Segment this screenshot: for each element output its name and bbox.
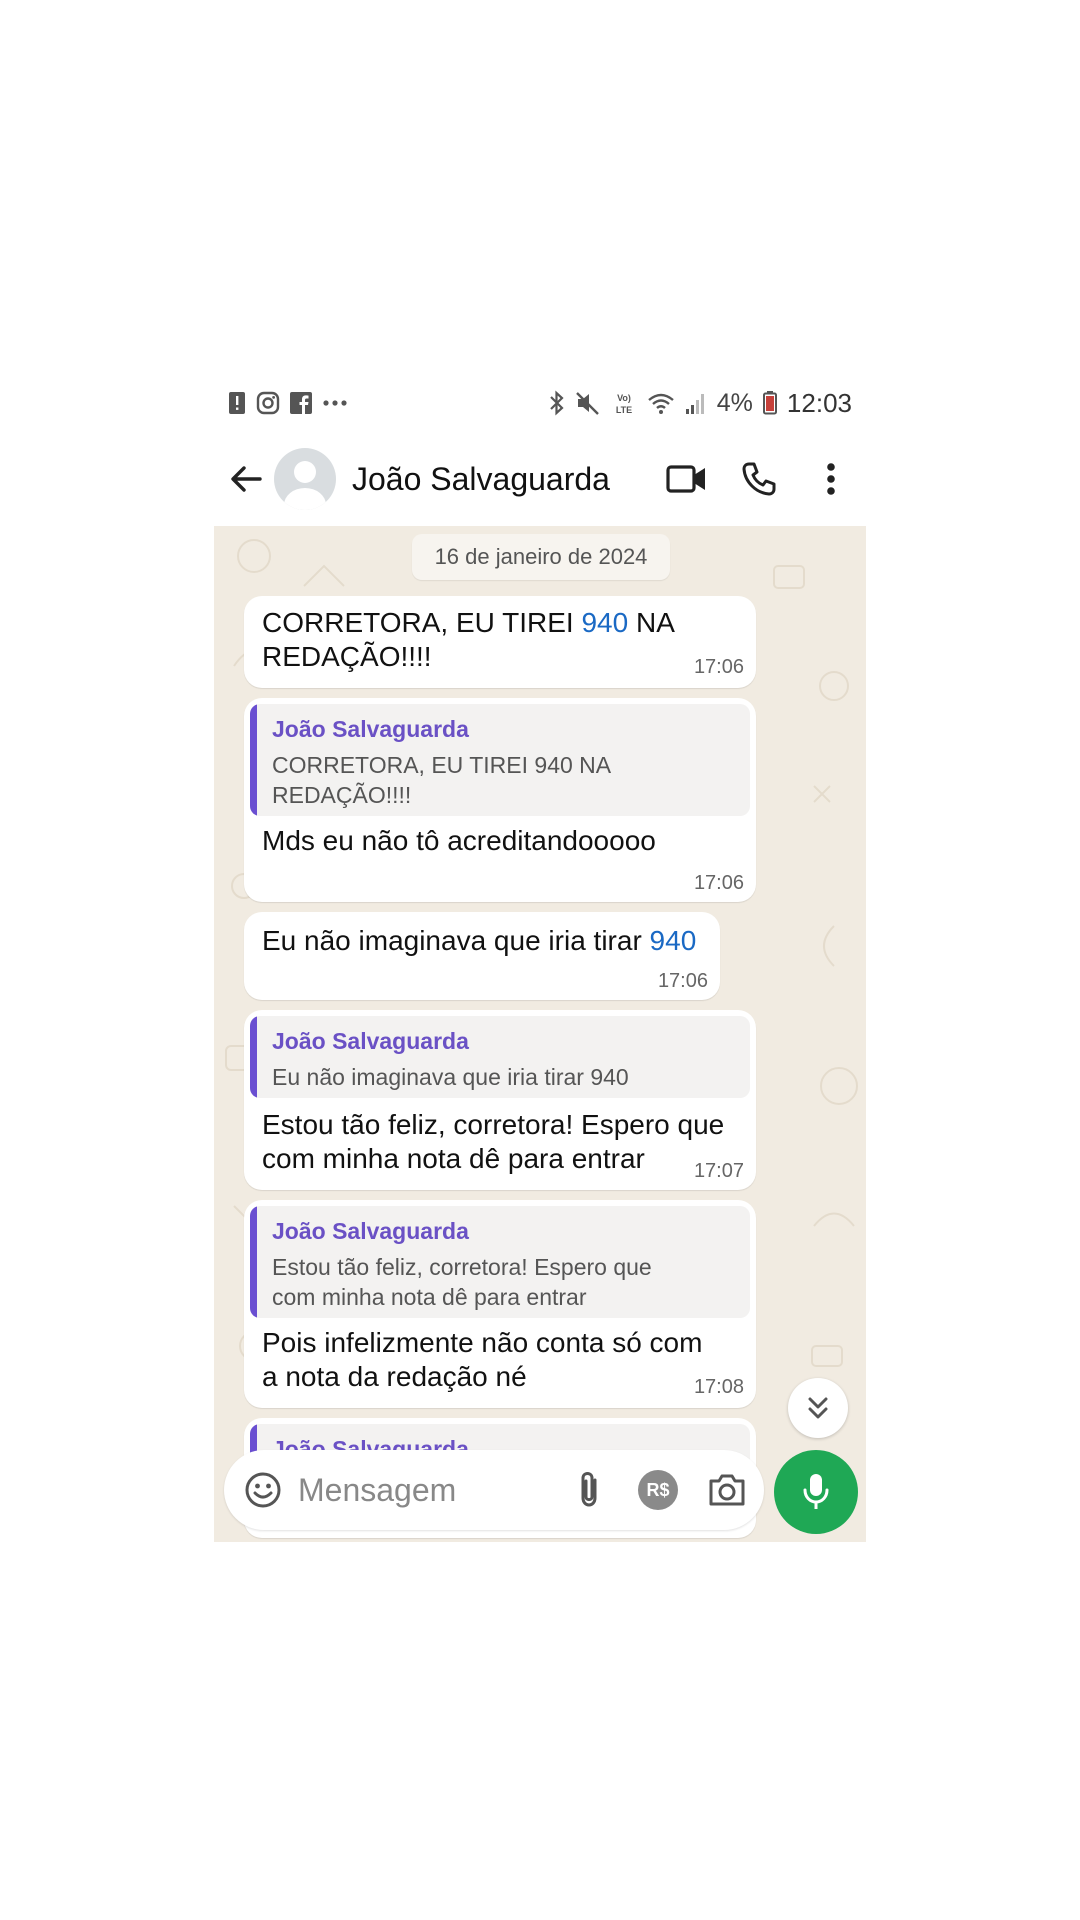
- more-vert-icon: [827, 463, 835, 495]
- wifi-icon: [647, 391, 675, 415]
- video-call-button[interactable]: [662, 454, 712, 504]
- message-text-part: Eu não imaginava que iria tirar: [262, 925, 650, 956]
- phone-screen: Vo) LTE 4% 12:03 João Salvaguarda 16 de …: [214, 374, 866, 1542]
- signal-icon: [685, 391, 707, 415]
- svg-text:LTE: LTE: [616, 405, 632, 415]
- message-text-part: NA: [628, 607, 675, 638]
- svg-text:Vo): Vo): [617, 393, 631, 403]
- emoji-button[interactable]: [240, 1467, 286, 1513]
- quoted-message[interactable]: João Salvaguarda Eu não imaginava que ir…: [250, 1016, 750, 1098]
- alert-icon: [228, 391, 246, 415]
- message-time: 17:06: [657, 970, 708, 992]
- more-notifications-icon: [322, 399, 348, 407]
- camera-button[interactable]: [704, 1467, 750, 1513]
- quoted-text-line: Estou tão feliz, corretora! Espero que: [272, 1254, 652, 1280]
- chat-area[interactable]: 16 de janeiro de 2024 CORRETORA, EU TIRE…: [214, 526, 866, 1542]
- volte-icon: Vo) LTE: [611, 390, 637, 416]
- message-bubble[interactable]: Eu não imaginava que iria tirar 940 17:0…: [244, 912, 720, 1000]
- status-time: 12:03: [786, 387, 852, 418]
- message-text-line: com minha nota dê para entrar: [262, 1143, 645, 1174]
- battery-low-icon: [762, 391, 777, 415]
- message-text: Mds eu não tô acreditandooooo: [262, 825, 656, 856]
- quoted-text-line: com minha nota dê para entrar: [272, 1284, 587, 1310]
- voice-message-button[interactable]: [774, 1450, 858, 1534]
- quoted-author: João Salvaguarda: [272, 716, 469, 742]
- message-time: 17:06: [693, 656, 744, 678]
- chat-header: João Salvaguarda: [214, 432, 866, 526]
- message-bubble[interactable]: João Salvaguarda CORRETORA, EU TIREI 940…: [244, 698, 756, 902]
- quoted-text-line: CORRETORA, EU TIREI 940 NA: [272, 752, 612, 778]
- quoted-author: João Salvaguarda: [272, 1218, 469, 1244]
- date-separator: 16 de janeiro de 2024: [412, 534, 670, 580]
- message-text: Pois infelizmente não conta só com a not…: [262, 1326, 702, 1394]
- phone-call-icon: [742, 462, 776, 496]
- message-time: 17:07: [693, 1160, 744, 1182]
- attach-button[interactable]: [566, 1467, 612, 1513]
- battery-percent: 4%: [716, 388, 753, 417]
- scroll-to-bottom-button[interactable]: [788, 1378, 848, 1438]
- message-text-line: Estou tão feliz, corretora! Espero que: [262, 1109, 725, 1140]
- paperclip-icon: [581, 1471, 597, 1507]
- message-number[interactable]: 940: [581, 607, 628, 638]
- quoted-author: João Salvaguarda: [272, 1028, 469, 1054]
- status-bar-left: [228, 391, 348, 415]
- facebook-icon: [290, 392, 312, 414]
- quote-bar: [250, 704, 257, 816]
- more-options-button[interactable]: [806, 454, 856, 504]
- contact-name[interactable]: João Salvaguarda: [352, 461, 640, 498]
- status-bar: Vo) LTE 4% 12:03: [214, 374, 866, 432]
- mute-icon: [575, 390, 601, 416]
- phone-call-button[interactable]: [734, 454, 784, 504]
- avatar-head-shape: [294, 461, 316, 483]
- quoted-text: CORRETORA, EU TIREI 940 NA REDAÇÃO!!!!: [272, 750, 611, 810]
- message-bubble[interactable]: João Salvaguarda Eu não imaginava que ir…: [244, 1010, 756, 1190]
- message-composer: R$: [224, 1450, 764, 1530]
- back-button[interactable]: [226, 459, 266, 499]
- emoji-icon: [245, 1472, 281, 1508]
- payment-button[interactable]: R$: [638, 1470, 678, 1510]
- message-time: 17:08: [693, 1376, 744, 1398]
- message-bubble[interactable]: CORRETORA, EU TIREI 940 NA REDAÇÃO!!!! 1…: [244, 596, 756, 688]
- bluetooth-icon: [549, 390, 565, 416]
- double-chevron-down-icon: [808, 1397, 828, 1419]
- avatar-body-shape: [284, 488, 326, 510]
- message-text: Estou tão feliz, corretora! Espero que c…: [262, 1108, 724, 1176]
- status-bar-right: Vo) LTE 4% 12:03: [549, 388, 852, 419]
- quoted-message[interactable]: João Salvaguarda CORRETORA, EU TIREI 940…: [250, 704, 750, 816]
- quoted-text: Eu não imaginava que iria tirar 940: [272, 1064, 629, 1090]
- quoted-text-line: REDAÇÃO!!!!: [272, 782, 412, 808]
- message-text: Eu não imaginava que iria tirar 940: [262, 924, 696, 958]
- quote-bar: [250, 1016, 257, 1098]
- message-bubble[interactable]: João Salvaguarda Estou tão feliz, corret…: [244, 1200, 756, 1408]
- camera-icon: [709, 1474, 745, 1506]
- quoted-text: Estou tão feliz, corretora! Espero que c…: [272, 1252, 652, 1312]
- microphone-icon: [803, 1474, 829, 1509]
- message-text-line: Pois infelizmente não conta só com: [262, 1327, 703, 1358]
- video-call-icon: [666, 465, 705, 493]
- message-text-part: CORRETORA, EU TIREI: [262, 607, 582, 638]
- instagram-icon: [256, 391, 280, 415]
- message-text: CORRETORA, EU TIREI 940 NA REDAÇÃO!!!!: [262, 606, 675, 674]
- message-input[interactable]: [296, 1470, 566, 1510]
- quote-bar: [250, 1206, 257, 1318]
- quoted-message[interactable]: João Salvaguarda Estou tão feliz, corret…: [250, 1206, 750, 1318]
- avatar[interactable]: [274, 448, 336, 510]
- back-arrow-icon: [231, 466, 262, 492]
- message-text-line: a nota da redação né: [262, 1361, 527, 1392]
- message-number[interactable]: 940: [650, 925, 697, 956]
- message-time: 17:06: [693, 872, 744, 894]
- message-text-part: REDAÇÃO!!!!: [262, 641, 432, 672]
